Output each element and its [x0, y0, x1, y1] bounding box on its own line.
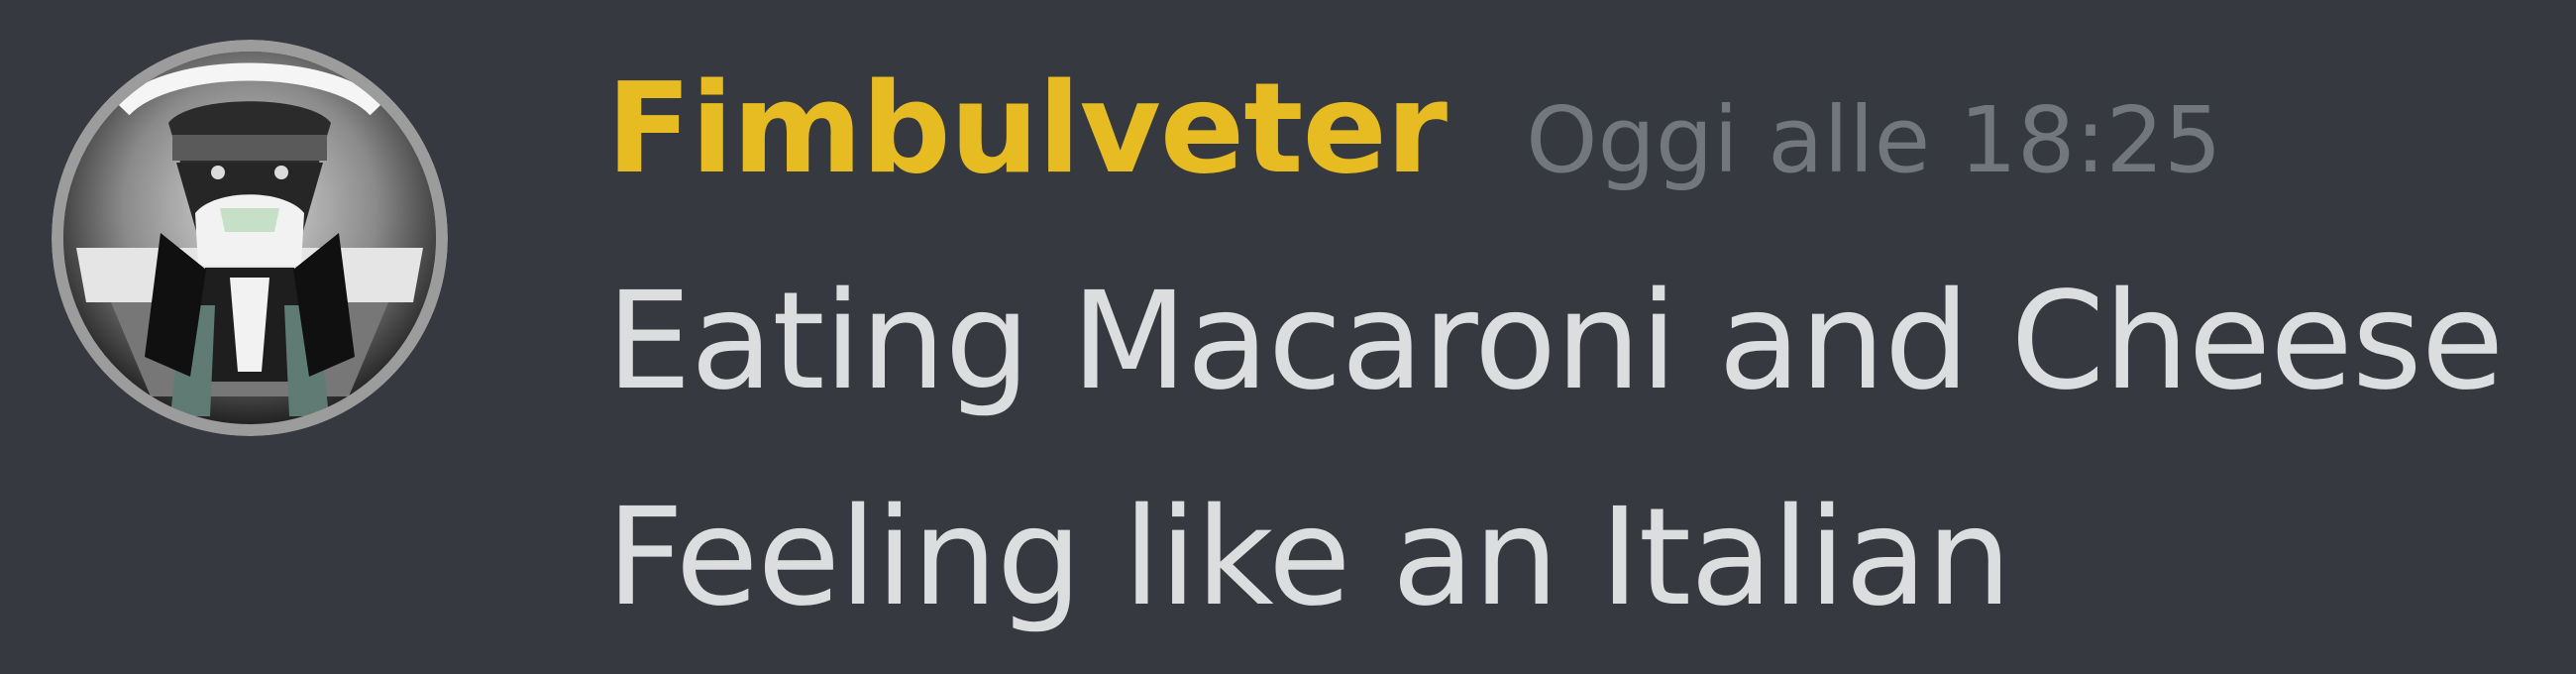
- chat-message: Fimbulveter Oggi alle 18:25 Eating Macar…: [0, 0, 2576, 674]
- message-line: Feeling like an Italian: [606, 480, 2011, 636]
- author-name[interactable]: Fimbulveter: [606, 56, 1448, 201]
- user-avatar[interactable]: [52, 40, 448, 436]
- message-timestamp[interactable]: Oggi alle 18:25: [1526, 87, 2222, 193]
- message-line: Eating Macaroni and Cheese: [606, 264, 2504, 420]
- message-content: Fimbulveter Oggi alle 18:25 Eating Macar…: [606, 0, 2548, 674]
- message-header: Fimbulveter Oggi alle 18:25: [606, 56, 2222, 204]
- user-avatar-icon: [52, 40, 448, 436]
